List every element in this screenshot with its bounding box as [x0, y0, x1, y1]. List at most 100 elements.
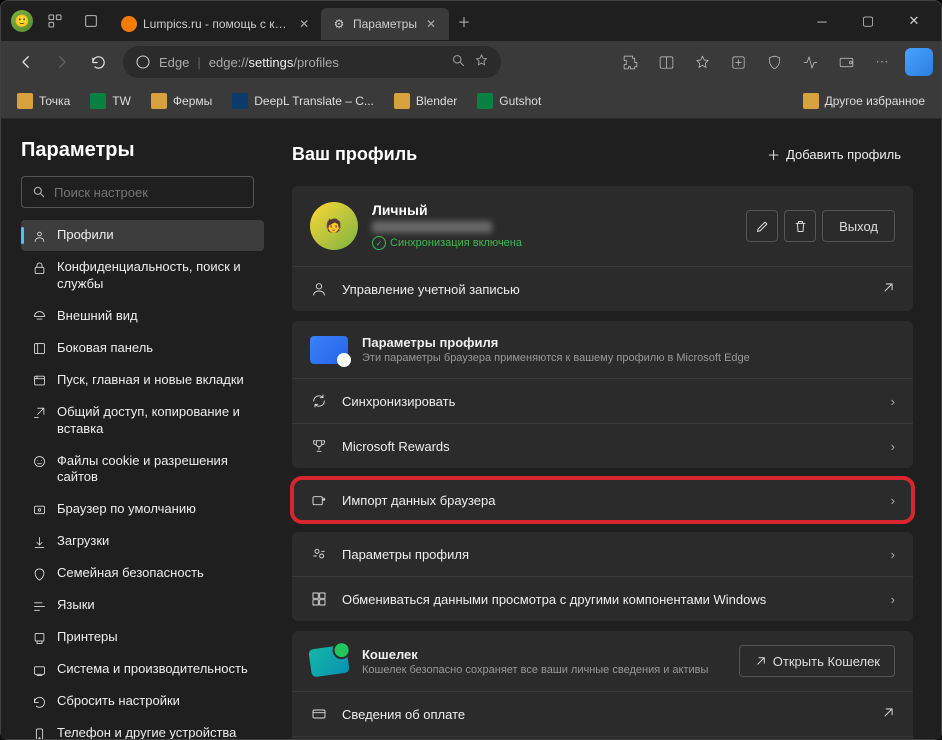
bookmark-item[interactable]: Gutshot — [469, 89, 549, 113]
collections-button[interactable] — [721, 45, 755, 79]
site-icon — [232, 93, 248, 109]
profile-name: Личный — [372, 202, 732, 218]
close-icon[interactable]: ✕ — [423, 16, 439, 32]
sidebar-item[interactable]: Сбросить настройки — [21, 686, 264, 717]
row-manage-account[interactable]: Управление учетной записью — [292, 266, 913, 311]
bookmark-other[interactable]: Другое избранное — [795, 89, 933, 113]
sidebar-item[interactable]: Внешний вид — [21, 301, 264, 332]
edit-button[interactable] — [746, 210, 778, 242]
sidebar-label: Принтеры — [57, 629, 118, 646]
bookmark-item[interactable]: Фермы — [143, 89, 220, 113]
delete-button[interactable] — [784, 210, 816, 242]
external-icon — [881, 281, 895, 298]
card-icon — [310, 705, 328, 723]
favicon-icon — [121, 16, 137, 32]
close-icon[interactable]: ✕ — [297, 16, 311, 32]
sidebar-icon — [31, 662, 47, 678]
vpn-button[interactable] — [757, 45, 791, 79]
back-button[interactable] — [9, 45, 43, 79]
sidebar-label: Система и производительность — [57, 661, 248, 678]
workspaces-icon[interactable] — [41, 7, 69, 35]
more-button[interactable]: ⋯ — [865, 45, 899, 79]
settings-main: Ваш профиль ＋Добавить профиль 🧑 Личный С… — [276, 119, 941, 739]
sidebar-label: Браузер по умолчанию — [57, 501, 196, 518]
refresh-button[interactable] — [81, 45, 115, 79]
row-import-data[interactable]: Импорт данных браузера › — [292, 478, 913, 522]
chevron-right-icon: › — [891, 439, 895, 454]
gear-icon: ⚙ — [331, 16, 347, 32]
sidebar-item[interactable]: Семейная безопасность — [21, 558, 264, 589]
sidebar-label: Конфиденциальность, поиск и службы — [57, 259, 254, 293]
folder-icon — [394, 93, 410, 109]
folder-icon — [803, 93, 819, 109]
extensions-button[interactable] — [613, 45, 647, 79]
card-subtitle: Кошелек безопасно сохраняет все ваши лич… — [362, 664, 725, 676]
bookmark-item[interactable]: DeepL Translate – C... — [224, 89, 382, 113]
new-tab-button[interactable]: ＋ — [449, 6, 479, 36]
bookmark-item[interactable]: Точка — [9, 89, 78, 113]
sidebar-item[interactable]: Система и производительность — [21, 654, 264, 685]
row-payment-info[interactable]: Сведения об оплате — [292, 691, 913, 736]
chevron-right-icon: › — [891, 394, 895, 409]
sidebar-label: Внешний вид — [57, 308, 138, 325]
add-profile-button[interactable]: ＋Добавить профиль — [755, 139, 913, 170]
profile-card: 🧑 Личный Синхронизация включена Выход Уп… — [292, 186, 913, 311]
sidebar-item[interactable]: Пуск, главная и новые вкладки — [21, 365, 264, 396]
sync-icon — [310, 392, 328, 410]
sidebar-label: Профили — [57, 227, 114, 244]
performance-button[interactable] — [793, 45, 827, 79]
sidebar-item[interactable]: Телефон и другие устройства — [21, 718, 264, 739]
sidebar-item[interactable]: Общий доступ, копирование и вставка — [21, 397, 264, 445]
sidebar-item[interactable]: Файлы cookie и разрешения сайтов — [21, 446, 264, 494]
search-icon — [32, 185, 46, 199]
row-sync[interactable]: Синхронизировать › — [292, 378, 913, 423]
copilot-button[interactable] — [905, 48, 933, 76]
minimize-button[interactable]: ─ — [799, 3, 845, 39]
tab-actions-icon[interactable] — [77, 7, 105, 35]
tab-strip: Lumpics.ru - помощь с компьют ✕ ⚙ Параме… — [111, 1, 799, 41]
sidebar-icon — [31, 454, 47, 470]
sidebar-item[interactable]: Профили — [21, 220, 264, 251]
sidebar-item[interactable]: Языки — [21, 590, 264, 621]
open-wallet-button[interactable]: Открыть Кошелек — [739, 645, 895, 677]
row-profile-params[interactable]: Параметры профиля › — [292, 532, 913, 576]
page-title: Ваш профиль — [292, 144, 417, 165]
row-share-windows[interactable]: Обмениваться данными просмотра с другими… — [292, 576, 913, 621]
tab-settings[interactable]: ⚙ Параметры ✕ — [321, 8, 449, 40]
browser-essentials-button[interactable] — [829, 45, 863, 79]
sidebar-icon — [31, 694, 47, 710]
content: Параметры ПрофилиКонфиденциальность, пои… — [1, 119, 941, 739]
sidebar-item[interactable]: Браузер по умолчанию — [21, 494, 264, 525]
folder-icon — [17, 93, 33, 109]
sidebar-item[interactable]: Боковая панель — [21, 333, 264, 364]
avatar: 🧑 — [310, 202, 358, 250]
favorites-button[interactable] — [685, 45, 719, 79]
address-bar[interactable]: Edge | edge://settings/profiles — [123, 46, 501, 78]
search-settings[interactable] — [21, 176, 254, 208]
sidebar-icon — [31, 228, 47, 244]
search-input[interactable] — [54, 185, 243, 200]
sidebar-item[interactable]: Конфиденциальность, поиск и службы — [21, 252, 264, 300]
profile-rows-card: Параметры профиля › Обмениваться данными… — [292, 532, 913, 621]
row-passwords[interactable]: Пароли — [292, 736, 913, 739]
sidebar-label: Файлы cookie и разрешения сайтов — [57, 453, 254, 487]
sidebar-item[interactable]: Загрузки — [21, 526, 264, 557]
close-button[interactable]: ✕ — [891, 3, 937, 39]
bookmark-item[interactable]: TW — [82, 89, 139, 113]
logout-button[interactable]: Выход — [822, 210, 895, 242]
trophy-icon — [310, 437, 328, 455]
edge-label: Edge — [159, 55, 189, 70]
maximize-button[interactable]: ▢ — [845, 3, 891, 39]
tab-label: Lumpics.ru - помощь с компьют — [143, 17, 291, 31]
tab-lumpics[interactable]: Lumpics.ru - помощь с компьют ✕ — [111, 8, 321, 40]
profile-avatar-icon[interactable]: 🙂 — [11, 10, 33, 32]
search-icon[interactable] — [451, 53, 466, 71]
sidebar-icon — [31, 502, 47, 518]
bookmark-item[interactable]: Blender — [386, 89, 465, 113]
star-icon[interactable] — [474, 53, 489, 71]
row-rewards[interactable]: Microsoft Rewards › — [292, 423, 913, 468]
chevron-right-icon: › — [891, 547, 895, 562]
split-button[interactable] — [649, 45, 683, 79]
sidebar-item[interactable]: Принтеры — [21, 622, 264, 653]
chevron-right-icon: › — [891, 592, 895, 607]
